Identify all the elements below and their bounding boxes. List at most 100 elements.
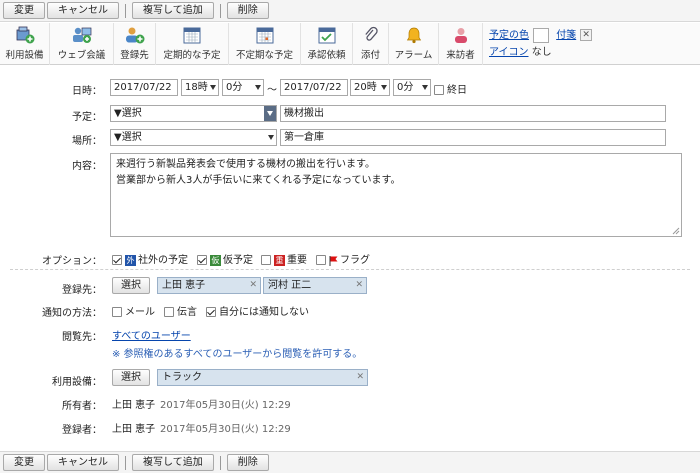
flag-icon	[329, 255, 338, 266]
sticky-link[interactable]: 付箋	[556, 30, 576, 41]
facility-select-button[interactable]: 選択	[112, 369, 150, 386]
option-external[interactable]: 外社外の予定	[112, 251, 188, 266]
icon-value: なし	[531, 47, 552, 58]
option-flag[interactable]: フラグ	[316, 251, 370, 266]
color-swatch[interactable]	[533, 27, 549, 43]
plan-select[interactable]: ▼選択	[110, 105, 277, 122]
owner-time: 2017年05月30日(火) 12:29	[160, 400, 291, 411]
approval-icon	[316, 25, 338, 45]
resize-handle-icon[interactable]	[672, 227, 680, 235]
mail-label: メール	[125, 307, 155, 318]
copy-add-button[interactable]: 複写して追加	[132, 454, 214, 471]
message-checkbox[interactable]	[164, 307, 174, 317]
start-date-input[interactable]: 2017/07/22	[110, 79, 178, 96]
place-select-value: ▼選択	[114, 132, 142, 143]
tool-recurring[interactable]: 定期的な予定	[156, 23, 229, 65]
notify-message-option[interactable]: 伝言	[164, 303, 197, 318]
registrant-label: 登録者：	[62, 425, 102, 436]
external-checkbox[interactable]	[112, 255, 122, 265]
notify-self-option[interactable]: 自分には通知しない	[206, 303, 309, 318]
delete-button[interactable]: 削除	[226, 2, 269, 19]
schedule-color-link[interactable]: 予定の色	[489, 30, 529, 41]
allday-checkbox[interactable]	[434, 85, 444, 95]
viewer-link[interactable]: すべてのユーザー	[112, 327, 191, 342]
mail-checkbox[interactable]	[112, 307, 122, 317]
separator	[125, 455, 126, 470]
option-important[interactable]: 重重要	[261, 251, 307, 266]
close-icon[interactable]: ✕	[355, 278, 363, 293]
chevron-down-icon	[255, 85, 261, 90]
register-user-chip[interactable]: 河村 正二 ✕	[263, 277, 367, 294]
icon-link[interactable]: アイコン	[489, 47, 529, 58]
register-user-chip[interactable]: 上田 恵子 ✕	[157, 277, 261, 294]
allday-option[interactable]: 終日	[434, 81, 467, 96]
tool-approval[interactable]: 承認依頼	[301, 23, 353, 65]
section-divider	[10, 269, 690, 270]
chevron-down-icon	[422, 85, 428, 90]
end-date-input[interactable]: 2017/07/22	[280, 79, 348, 96]
tool-label: アラーム	[394, 50, 433, 61]
tool-facility[interactable]: 利用設備	[0, 23, 50, 65]
end-hour-select[interactable]: 20時	[350, 79, 390, 96]
register-select-button[interactable]: 選択	[112, 277, 150, 294]
tool-web-meeting[interactable]: ウェブ会議	[50, 23, 114, 65]
important-checkbox[interactable]	[261, 255, 271, 265]
separator	[219, 455, 221, 470]
notify-mail-option[interactable]: メール	[112, 303, 155, 318]
close-icon[interactable]: ✕	[356, 370, 364, 385]
toolbar: 利用設備 ウェブ会議 登録先 定期的な予定 不定期な予定 承認依頼 添付 アラー…	[0, 23, 700, 65]
facility-chip[interactable]: トラック ✕	[157, 369, 368, 386]
separator	[219, 3, 221, 18]
registrant-name: 上田 恵子	[112, 424, 156, 435]
plan-select-value: ▼選択	[114, 108, 142, 119]
place-select[interactable]: ▼選択	[110, 129, 277, 146]
cancel-button[interactable]: キャンセル	[47, 454, 119, 471]
top-action-bar: 変更 キャンセル 複写して追加 削除	[0, 0, 700, 22]
visitor-icon	[450, 25, 472, 45]
separator	[125, 3, 126, 18]
facility-name: トラック	[162, 372, 202, 383]
tool-label: 利用設備	[5, 50, 44, 61]
tool-irregular[interactable]: 不定期な予定	[229, 23, 301, 65]
end-minute-select[interactable]: 0分	[393, 79, 431, 96]
tool-label: 定期的な予定	[163, 50, 221, 61]
close-icon[interactable]: ✕	[580, 29, 593, 41]
change-button[interactable]: 変更	[3, 2, 45, 19]
cancel-button[interactable]: キャンセル	[47, 2, 119, 19]
web-meeting-icon	[71, 25, 93, 45]
tool-register[interactable]: 登録先	[114, 23, 156, 65]
chevron-down-icon	[264, 106, 276, 121]
plan-input[interactable]: 機材搬出	[280, 105, 666, 122]
register-user-icon	[124, 25, 146, 45]
tool-attach[interactable]: 添付	[353, 23, 389, 65]
toolbar-side: 予定の色 付箋 ✕ アイコン なし	[483, 23, 598, 64]
start-hour-select[interactable]: 18時	[181, 79, 219, 96]
calendar-irregular-icon	[254, 25, 276, 45]
tentative-tag-icon: 仮	[210, 254, 221, 266]
close-icon[interactable]: ✕	[249, 278, 257, 293]
copy-add-button[interactable]: 複写して追加	[132, 2, 214, 19]
content-textarea[interactable]: 来週行う新製品発表会で使用する機材の搬出を行います。 営業部から新人3人が手伝い…	[110, 153, 682, 237]
notify-self-label: 自分には通知しない	[219, 307, 309, 318]
flag-label: フラグ	[340, 255, 370, 266]
content-line: 来週行う新製品発表会で使用する機材の搬出を行います。	[116, 159, 375, 170]
allday-label: 終日	[447, 85, 467, 96]
start-minute-select[interactable]: 0分	[222, 79, 264, 96]
notify-self-checkbox[interactable]	[206, 307, 216, 317]
option-tentative[interactable]: 仮仮予定	[197, 251, 253, 266]
flag-checkbox[interactable]	[316, 255, 326, 265]
change-button[interactable]: 変更	[3, 454, 45, 471]
tool-label: 添付	[360, 50, 380, 61]
place-input[interactable]: 第一倉庫	[280, 129, 666, 146]
delete-button[interactable]: 削除	[226, 454, 269, 471]
paperclip-icon	[360, 25, 382, 45]
tool-label: 不定期な予定	[235, 50, 293, 61]
tool-label: ウェブ会議	[57, 50, 106, 61]
tentative-checkbox[interactable]	[197, 255, 207, 265]
important-tag-icon: 重	[274, 254, 285, 266]
tool-label: 登録先	[120, 50, 149, 61]
tool-visitor[interactable]: 来訪者	[439, 23, 483, 65]
important-label: 重要	[287, 255, 307, 266]
tool-alarm[interactable]: アラーム	[389, 23, 439, 65]
chevron-down-icon	[210, 85, 216, 90]
